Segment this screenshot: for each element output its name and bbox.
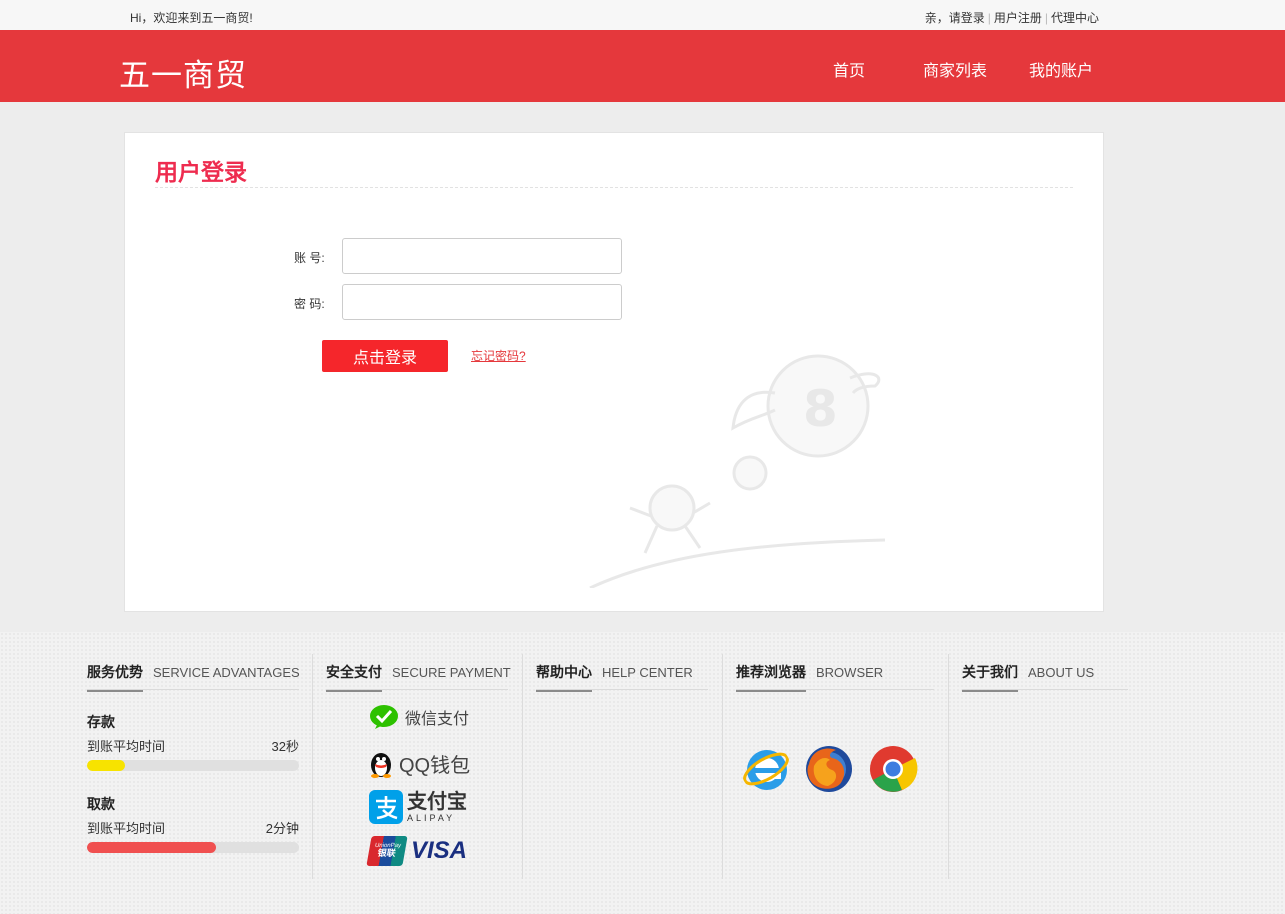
heading-underline bbox=[736, 689, 934, 690]
footer-heading: 帮助中心 HELP CENTER bbox=[536, 662, 693, 692]
chrome-icon[interactable] bbox=[868, 744, 918, 794]
title-divider bbox=[155, 187, 1073, 188]
top-links: 亲，请登录 | 用户注册 | 代理中心 bbox=[925, 9, 1099, 26]
unionpay-icon: UnionPay 银联 bbox=[366, 836, 408, 866]
withdraw-value: 2分钟 bbox=[265, 821, 299, 836]
account-label: 账 号: bbox=[294, 251, 325, 265]
heading-cn: 关于我们 bbox=[962, 662, 1018, 692]
heading-en: SERVICE ADVANTAGES bbox=[153, 665, 300, 680]
qq-penguin-icon bbox=[371, 752, 391, 778]
top-utility-bar: Hi，欢迎来到五一商贸! 亲，请登录 | 用户注册 | 代理中心 bbox=[0, 0, 1285, 30]
password-label: 密 码: bbox=[294, 297, 325, 311]
heading-underline bbox=[536, 689, 708, 690]
withdraw-label: 到账平均时间 bbox=[87, 821, 166, 836]
footer-payment: 安全支付 SECURE PAYMENT 微信支付 QQ钱包 支付宝 ALIPAY… bbox=[326, 632, 511, 882]
column-divider bbox=[948, 654, 949, 879]
heading-underline bbox=[962, 689, 1128, 690]
deposit-title: 存款 bbox=[87, 714, 115, 730]
firefox-icon[interactable] bbox=[804, 744, 854, 794]
deposit-value: 32秒 bbox=[271, 739, 299, 754]
register-link[interactable]: 用户注册 bbox=[994, 9, 1042, 26]
heading-cn: 推荐浏览器 bbox=[736, 662, 806, 692]
heading-en: SECURE PAYMENT bbox=[392, 665, 511, 680]
forgot-password-link[interactable]: 忘记密码? bbox=[471, 347, 526, 364]
password-input[interactable] bbox=[342, 284, 622, 320]
separator: | bbox=[1044, 10, 1048, 25]
qq-wallet: QQ钱包 bbox=[369, 749, 470, 778]
withdraw-progress-fill bbox=[87, 842, 217, 853]
footer-help: 帮助中心 HELP CENTER bbox=[536, 632, 708, 882]
heading-en: HELP CENTER bbox=[602, 665, 693, 680]
heading-cn: 帮助中心 bbox=[536, 662, 592, 692]
nav-merchant-list[interactable]: 商家列表 bbox=[923, 57, 987, 81]
welcome-text: Hi，欢迎来到五一商贸! bbox=[130, 11, 253, 25]
wechat-icon bbox=[370, 705, 398, 729]
footer-heading: 推荐浏览器 BROWSER bbox=[736, 662, 883, 692]
footer-browser: 推荐浏览器 BROWSER bbox=[736, 632, 934, 882]
login-link[interactable]: 亲，请登录 bbox=[925, 9, 985, 26]
nav-my-account[interactable]: 我的账户 bbox=[1029, 57, 1093, 81]
heading-underline bbox=[326, 689, 508, 690]
alipay: 支付宝 ALIPAY bbox=[369, 790, 467, 824]
site-logo[interactable]: 五一商贸 bbox=[119, 50, 247, 95]
deposit-progress-fill bbox=[87, 760, 126, 771]
visa-logo: VISA bbox=[411, 837, 468, 864]
header: 五一商贸 首页 商家列表 我的账户 bbox=[0, 30, 1285, 102]
heading-cn: 安全支付 bbox=[326, 662, 382, 692]
heading-en: BROWSER bbox=[816, 665, 884, 680]
alipay-label-en: ALIPAY bbox=[407, 812, 456, 823]
ie-icon[interactable] bbox=[741, 744, 791, 794]
footer-heading: 安全支付 SECURE PAYMENT bbox=[326, 662, 511, 692]
footer-about: 关于我们 ABOUT US bbox=[962, 632, 1128, 882]
footer-service: 服务优势 SERVICE ADVANTAGES 存款 到账平均时间 32秒 取款 … bbox=[87, 632, 300, 882]
alipay-label-cn: 支付宝 bbox=[407, 790, 467, 813]
withdraw-title: 取款 bbox=[87, 796, 115, 812]
login-button[interactable]: 点击登录 bbox=[322, 340, 448, 372]
deposit-label: 到账平均时间 bbox=[87, 739, 166, 754]
column-divider bbox=[722, 654, 723, 879]
page-title: 用户登录 bbox=[155, 159, 247, 185]
footer: 服务优势 SERVICE ADVANTAGES 存款 到账平均时间 32秒 取款 … bbox=[0, 632, 1285, 914]
unionpay-visa: UnionPay 银联 VISA bbox=[366, 836, 468, 866]
alipay-icon bbox=[369, 790, 403, 824]
agent-center-link[interactable]: 代理中心 bbox=[1051, 9, 1099, 26]
account-input[interactable] bbox=[342, 238, 622, 274]
alipay-text: 支付宝 ALIPAY bbox=[407, 792, 467, 823]
column-divider bbox=[522, 654, 523, 879]
footer-heading: 关于我们 ABOUT US bbox=[962, 662, 1094, 692]
deposit-progress bbox=[87, 760, 299, 771]
withdraw-progress bbox=[87, 842, 299, 853]
heading-underline bbox=[87, 689, 299, 690]
wechat-pay-label: 微信支付 bbox=[405, 711, 470, 728]
heading-en: ABOUT US bbox=[1028, 665, 1095, 680]
qq-wallet-label: QQ钱包 bbox=[399, 755, 471, 777]
decorative-illustration: 8 bbox=[589, 354, 885, 588]
footer-heading: 服务优势 SERVICE ADVANTAGES bbox=[87, 662, 300, 692]
svg-text:8: 8 bbox=[803, 380, 838, 438]
wechat-pay: 微信支付 bbox=[369, 704, 469, 730]
login-panel: 用户登录 账 号: 密 码: 点击登录 忘记密码? 8 bbox=[124, 132, 1104, 612]
unionpay-label-cn: 银联 bbox=[376, 848, 397, 859]
heading-cn: 服务优势 bbox=[87, 662, 143, 692]
separator: | bbox=[987, 10, 991, 25]
column-divider bbox=[312, 654, 313, 879]
nav-home[interactable]: 首页 bbox=[833, 57, 865, 81]
